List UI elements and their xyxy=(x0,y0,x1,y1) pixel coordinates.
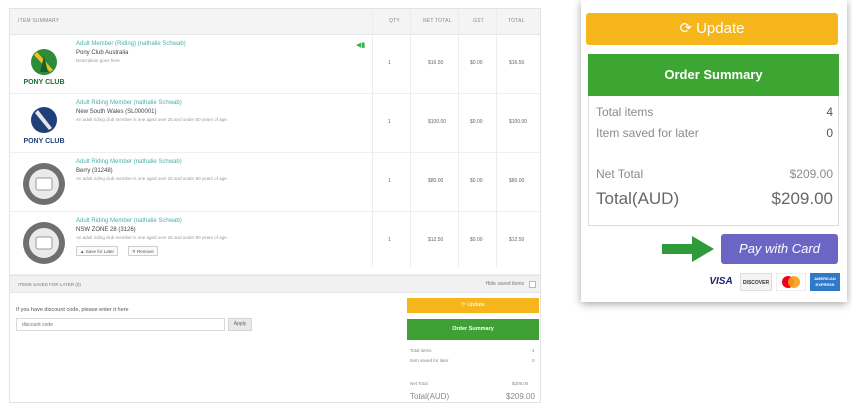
remove-label: Remove xyxy=(137,249,154,254)
item-total: $12.50 xyxy=(509,237,525,243)
item-club: NSW ZONE 28 (3126) xyxy=(76,227,136,233)
item-net-total: $12.50 xyxy=(428,237,444,243)
item-title[interactable]: Adult Riding Member (nathalie Schwab) xyxy=(76,100,182,106)
refresh-icon: ⟳ xyxy=(461,302,466,308)
refresh-icon: ⟳ xyxy=(679,20,693,37)
saved-later-row: Item saved for later 0 xyxy=(596,126,833,146)
header-qty: QTY xyxy=(389,18,400,24)
item-gst: $0.00 xyxy=(470,178,483,184)
item-gst: $0.00 xyxy=(470,237,483,243)
save-for-later-button[interactable]: ▲ Save for Later xyxy=(76,246,118,256)
cart-table-header: ITEM SUMMARY QTY NET TOTAL GST TOTAL xyxy=(10,9,540,35)
pay-with-card-button[interactable]: Pay with Card xyxy=(721,234,838,264)
header-net-total: NET TOTAL xyxy=(423,18,452,24)
flag-icon[interactable]: ◀▮ xyxy=(356,41,365,49)
small-total-items-label: Total items xyxy=(410,348,432,353)
total-aud-label: Total(AUD) xyxy=(596,189,680,208)
item-total: $100.00 xyxy=(509,119,528,125)
small-net-total-label: Net Total xyxy=(410,381,428,386)
small-update-label: Update xyxy=(467,302,485,308)
item-title[interactable]: Adult Member (Riding) (nathalie Schwab) xyxy=(76,41,186,47)
item-gst: $0.00 xyxy=(470,60,483,66)
order-summary-header: Order Summary xyxy=(588,54,839,96)
close-icon: ✕ xyxy=(132,249,136,254)
arrow-right-icon xyxy=(662,236,714,262)
total-items-label: Total items xyxy=(596,105,654,119)
cart-item-row: Adult Riding Member (nathalie Schwab) Be… xyxy=(10,154,540,212)
order-summary-zoom-panel: ⟳ Update Order Summary Total items 4 Item… xyxy=(581,0,847,302)
item-net-total: $80.00 xyxy=(428,178,444,184)
item-total: $80.00 xyxy=(509,178,525,184)
cart-panel: ITEM SUMMARY QTY NET TOTAL GST TOTAL PON… xyxy=(9,8,541,403)
discount-prompt: If you have discount code, please enter … xyxy=(16,307,129,313)
item-description: An adult riding club member is one aged … xyxy=(76,176,228,181)
hide-saved-items-checkbox[interactable] xyxy=(529,281,536,288)
svg-text:PONY CLUB: PONY CLUB xyxy=(23,79,64,86)
total-items-row: Total items 4 xyxy=(596,105,833,125)
total-aud-value: $209.00 xyxy=(771,189,833,208)
saved-later-value: 0 xyxy=(826,126,833,140)
small-total-aud-label: Total(AUD) xyxy=(410,392,450,401)
small-total-items-value: 4 xyxy=(532,348,535,353)
item-qty: 1 xyxy=(388,119,391,125)
item-club: New South Wales (SL000001) xyxy=(76,109,157,115)
club-placeholder-logo xyxy=(23,222,65,264)
item-description: An adult riding club member is one aged … xyxy=(76,117,228,122)
net-total-label: Net Total xyxy=(596,167,644,181)
item-club: Berry (31248) xyxy=(76,168,113,174)
item-net-total: $16.50 xyxy=(428,60,444,66)
item-qty: 1 xyxy=(388,237,391,243)
small-update-button[interactable]: ⟳ Update xyxy=(407,298,539,313)
small-order-summary-header: Order Summary xyxy=(407,319,539,340)
save-for-later-label: Save for Later xyxy=(85,249,114,254)
item-gst: $0.00 xyxy=(470,119,483,125)
item-title[interactable]: Adult Riding Member (nathalie Schwab) xyxy=(76,159,182,165)
update-label: Update xyxy=(696,20,745,37)
pony-club-australia-logo: PONY CLUB xyxy=(23,49,65,86)
saved-later-label: Item saved for later xyxy=(596,126,699,140)
small-total-aud-value: $209.00 xyxy=(506,392,535,401)
svg-text:PONY CLUB: PONY CLUB xyxy=(23,138,64,145)
cart-item-row: Adult Riding Member (nathalie Schwab) NS… xyxy=(10,213,540,275)
apply-discount-button[interactable]: Apply xyxy=(228,318,252,331)
item-net-total: $100.00 xyxy=(428,119,447,125)
small-net-total-value: $209.00 xyxy=(512,381,529,386)
saved-for-later-label: ITEMS SAVED FOR LATER (0) xyxy=(18,282,81,287)
amex-logo: AMERICAN EXPRESS xyxy=(810,273,840,291)
item-title[interactable]: Adult Riding Member (nathalie Schwab) xyxy=(76,218,182,224)
item-qty: 1 xyxy=(388,60,391,66)
order-summary-body: Total items 4 Item saved for later 0 Net… xyxy=(588,96,839,226)
saved-for-later-bar: ITEMS SAVED FOR LATER (0) Hide saved ite… xyxy=(10,275,540,293)
discover-logo: DISCOVER xyxy=(740,273,772,291)
net-total-value: $209.00 xyxy=(789,167,833,181)
small-saved-value: 0 xyxy=(532,358,535,363)
mastercard-logo xyxy=(776,273,806,291)
total-items-value: 4 xyxy=(826,105,833,119)
club-placeholder-logo xyxy=(23,163,65,205)
item-qty: 1 xyxy=(388,178,391,184)
net-total-row: Net Total $209.00 xyxy=(596,167,833,187)
discount-code-input[interactable] xyxy=(16,318,225,331)
remove-button[interactable]: ✕ Remove xyxy=(128,246,158,256)
total-aud-row: Total(AUD) $209.00 xyxy=(596,189,833,213)
small-saved-label: Item saved for later xyxy=(410,358,449,363)
item-description: An adult riding club member is one aged … xyxy=(76,235,228,240)
visa-logo: VISA xyxy=(705,273,737,291)
header-item-summary: ITEM SUMMARY xyxy=(18,18,60,24)
cart-item-row: PONY CLUB Adult Riding Member (nathalie … xyxy=(10,95,540,153)
pony-club-nsw-logo: PONY CLUB xyxy=(23,107,65,145)
header-total: TOTAL xyxy=(508,18,525,24)
save-icon: ▲ xyxy=(80,249,85,254)
item-total: $16.50 xyxy=(509,60,525,66)
hide-saved-items-label: Hide saved items xyxy=(485,281,524,287)
cart-item-row: PONY CLUB Adult Member (Riding) (nathali… xyxy=(10,36,540,94)
accepted-cards: VISA DISCOVER AMERICAN EXPRESS xyxy=(701,271,841,295)
update-button[interactable]: ⟳ Update xyxy=(586,13,838,45)
item-description: Description goes here xyxy=(76,58,120,63)
header-gst: GST xyxy=(473,18,484,24)
item-club: Pony Club Australia xyxy=(76,50,129,56)
